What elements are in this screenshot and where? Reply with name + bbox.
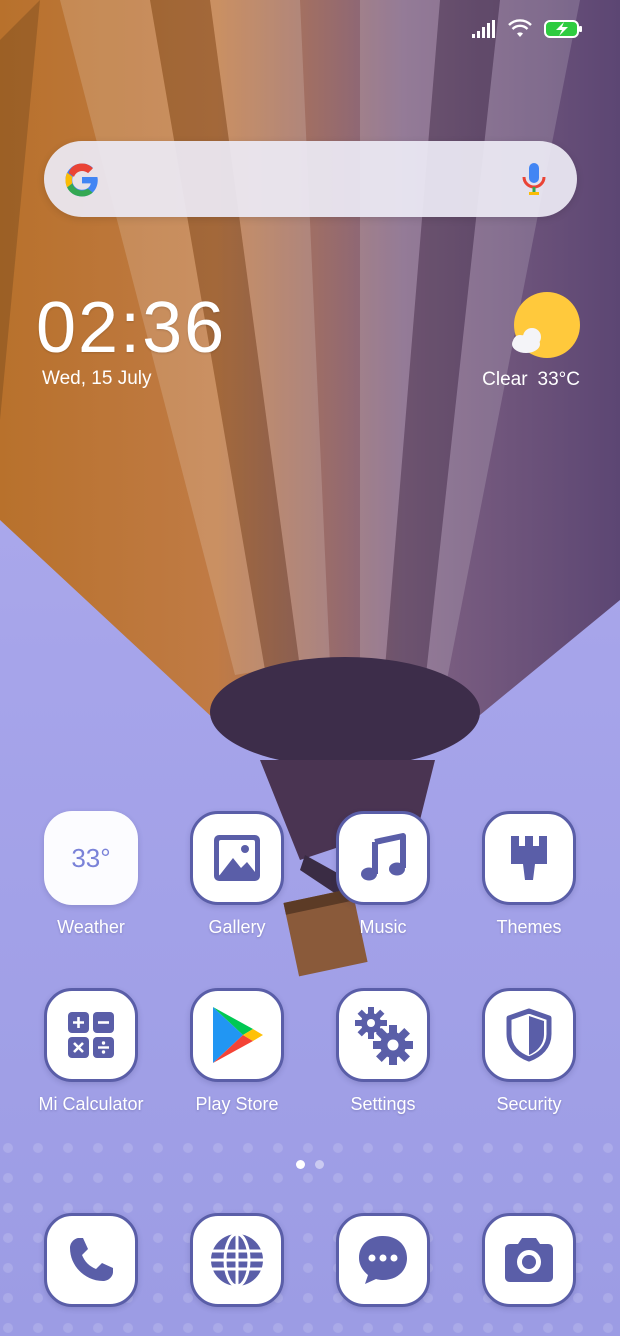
battery-charging-icon: [544, 19, 584, 39]
clock-time: 02:36: [36, 288, 227, 368]
app-label: Security: [496, 1094, 562, 1114]
app-mi-calculator[interactable]: Mi Calculator: [21, 988, 161, 1115]
calculator-icon: [44, 988, 138, 1082]
google-g-icon: [64, 162, 100, 203]
status-bar: [472, 16, 584, 42]
weather-app-temp: 33°: [71, 842, 111, 873]
app-label: Themes: [496, 917, 562, 937]
app-label: Gallery: [208, 917, 266, 937]
app-label: Music: [359, 917, 407, 937]
signal-icon: [472, 20, 496, 38]
app-label: Mi Calculator: [38, 1094, 144, 1114]
gallery-icon: [190, 811, 284, 905]
shield-icon: [482, 988, 576, 1082]
weather-app-icon: 33°: [44, 811, 138, 905]
browser-globe-icon: [190, 1213, 284, 1307]
phone-icon: [44, 1213, 138, 1307]
app-gallery[interactable]: Gallery: [167, 811, 307, 938]
dock-phone[interactable]: [44, 1213, 138, 1307]
clock-date: Wed, 15 July: [42, 368, 152, 389]
wifi-icon: [508, 19, 532, 39]
app-settings[interactable]: Settings: [313, 988, 453, 1115]
google-search-bar[interactable]: [44, 141, 577, 217]
sun-cloud-icon: [510, 292, 580, 367]
dock-camera[interactable]: [482, 1213, 576, 1307]
app-security[interactable]: Security: [459, 988, 599, 1115]
page-dot-1[interactable]: [296, 1160, 305, 1169]
paintbrush-icon: [482, 811, 576, 905]
app-label: Play Store: [195, 1094, 279, 1114]
app-themes[interactable]: Themes: [459, 811, 599, 938]
weather-summary: Clear 33°C: [482, 369, 580, 391]
music-note-icon: [336, 811, 430, 905]
app-weather[interactable]: 33° Weather: [21, 811, 161, 938]
messages-icon: [336, 1213, 430, 1307]
app-label: Weather: [57, 917, 125, 937]
page-dot-2[interactable]: [315, 1160, 324, 1169]
weather-temperature: 33°C: [537, 369, 580, 390]
mic-icon[interactable]: [521, 161, 547, 202]
gears-icon: [336, 988, 430, 1082]
clock-widget[interactable]: 02:36 Wed, 15 July: [36, 288, 226, 390]
dock-browser[interactable]: [190, 1213, 284, 1307]
dock-messages[interactable]: [336, 1213, 430, 1307]
page-indicator: [0, 1160, 620, 1169]
app-music[interactable]: Music: [313, 811, 453, 938]
play-store-icon: [190, 988, 284, 1082]
app-play-store[interactable]: Play Store: [167, 988, 307, 1115]
weather-condition: Clear: [482, 369, 528, 390]
camera-icon: [482, 1213, 576, 1307]
app-label: Settings: [350, 1094, 416, 1114]
